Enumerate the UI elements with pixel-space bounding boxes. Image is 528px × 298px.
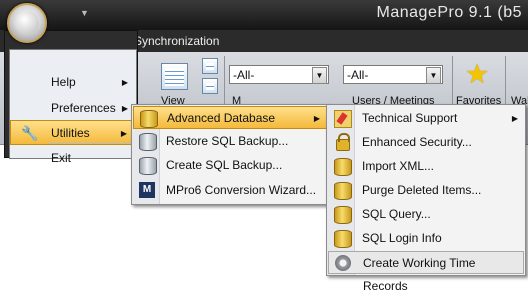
filter-combo-2[interactable]: -All- ▼ <box>343 65 443 84</box>
menu-item-enhanced-security[interactable]: Enhanced Security... <box>328 131 524 154</box>
menu-item-technical-support[interactable]: Technical Support ▶ <box>328 107 524 130</box>
submenu-arrow-icon: ▶ <box>121 78 128 87</box>
app-logo-icon <box>15 11 39 35</box>
small-grid-icon[interactable] <box>202 78 218 94</box>
submenu-arrow-icon: ▶ <box>511 114 518 123</box>
advanced-database-submenu: Technical Support ▶ Enhanced Security...… <box>326 104 526 293</box>
application-menu: Help ▶ Preferences ▶ 🔧 Utilities ▶ Exit <box>4 30 138 165</box>
small-grid-icon[interactable] <box>202 58 218 74</box>
menu-item-label: Create SQL Backup... <box>166 158 283 172</box>
tab-synchronization[interactable]: Synchronization <box>134 34 219 48</box>
utilities-submenu: Advanced Database ▶ Restore SQL Backup..… <box>131 104 329 205</box>
menu-item-sql-query[interactable]: SQL Query... <box>328 203 524 226</box>
menu-item-label: Enhanced Security... <box>362 135 472 149</box>
window-title: ManagePro 9.1 (b5 <box>376 4 522 21</box>
menu-item-label: Technical Support <box>362 111 458 125</box>
menu-item-label: Help <box>51 75 76 89</box>
database-query-icon <box>334 206 352 224</box>
menu-item-label: Preferences <box>51 101 116 115</box>
submenu-arrow-icon: ▶ <box>313 114 320 123</box>
title-bar: ▼ ManagePro 9.1 (b5 <box>0 0 528 30</box>
database-restore-icon <box>139 133 157 151</box>
chevron-down-icon[interactable]: ▼ <box>312 67 327 84</box>
ribbon-divider <box>452 56 453 106</box>
menu-separator <box>48 143 134 144</box>
chevron-down-icon[interactable]: ▼ <box>426 67 441 84</box>
mpro-icon: M <box>139 182 155 198</box>
menu-item-label: Restore SQL Backup... <box>166 134 289 148</box>
filter-combo-1[interactable]: -All- ▼ <box>229 65 329 84</box>
gear-icon <box>335 255 351 271</box>
tools-icon <box>334 110 352 128</box>
database-backup-icon <box>139 157 157 175</box>
wrench-icon: 🔧 <box>21 125 39 141</box>
menu-item-create-working-time-records[interactable]: Create Working Time Records <box>328 251 524 293</box>
menu-item-sql-login-info[interactable]: SQL Login Info <box>328 227 524 250</box>
database-import-icon <box>334 158 352 176</box>
menu-item-label: Create Working Time Records <box>363 256 476 293</box>
menu-item-purge-deleted-items[interactable]: Purge Deleted Items... <box>328 179 524 202</box>
database-login-icon <box>334 230 352 248</box>
filter-combo-1-value: -All- <box>233 68 255 82</box>
menu-item-label: SQL Query... <box>362 207 431 221</box>
application-menu-list: Help ▶ Preferences ▶ 🔧 Utilities ▶ Exit <box>9 49 137 165</box>
menu-item-mpro6-conversion-wizard[interactable]: M MPro6 Conversion Wizard... <box>133 179 327 202</box>
app-menu-item-exit[interactable]: Exit <box>10 146 136 171</box>
menu-item-label: MPro6 Conversion Wizard... <box>166 183 317 197</box>
menu-item-label: SQL Login Info <box>362 231 442 245</box>
menu-item-import-xml[interactable]: Import XML... <box>328 155 524 178</box>
ribbon-divider <box>224 56 225 106</box>
ribbon-divider <box>505 56 506 106</box>
app-menu-item-preferences[interactable]: Preferences ▶ <box>10 96 136 121</box>
application-menu-button[interactable] <box>7 3 47 43</box>
database-icon <box>140 110 158 128</box>
menu-item-create-sql-backup[interactable]: Create SQL Backup... <box>133 154 327 177</box>
calendar-view-icon[interactable] <box>161 63 188 90</box>
menu-item-label: Import XML... <box>362 159 435 173</box>
app-menu-item-utilities[interactable]: 🔧 Utilities ▶ <box>10 120 136 145</box>
menu-item-label: Advanced Database <box>167 111 276 125</box>
menu-item-restore-sql-backup[interactable]: Restore SQL Backup... <box>133 130 327 153</box>
lock-icon <box>336 133 350 151</box>
filter-combo-2-value: -All- <box>347 68 369 82</box>
app-menu-item-help[interactable]: Help ▶ <box>10 70 136 95</box>
database-purge-icon <box>334 182 352 200</box>
quick-access-dropdown-icon[interactable]: ▼ <box>80 8 89 18</box>
menu-item-label: Purge Deleted Items... <box>362 183 482 197</box>
submenu-arrow-icon: ▶ <box>121 104 128 113</box>
favorites-star-icon[interactable]: ★ <box>465 61 491 88</box>
menu-item-label: Exit <box>51 151 72 165</box>
menu-item-advanced-database[interactable]: Advanced Database ▶ <box>133 106 327 129</box>
